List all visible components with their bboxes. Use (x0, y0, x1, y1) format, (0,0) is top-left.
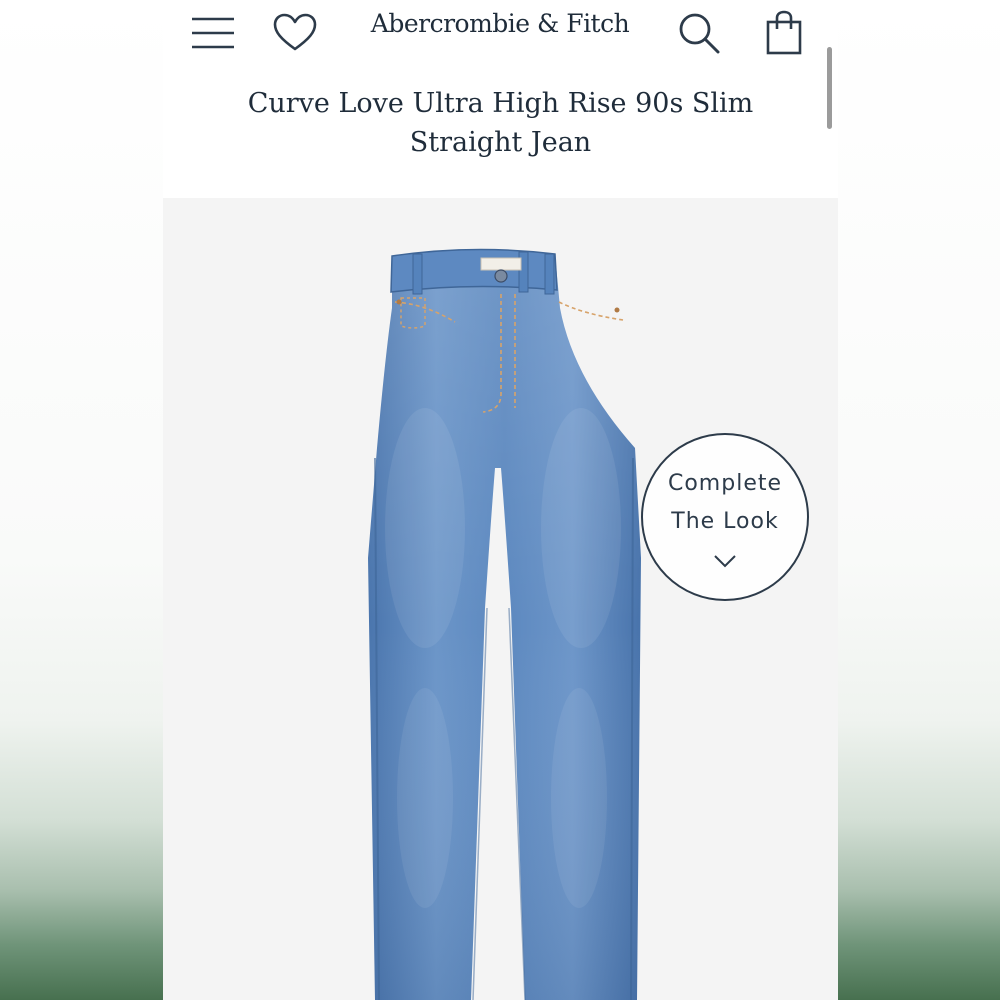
product-image[interactable]: Complete The Look (163, 198, 838, 1000)
phone-screen: Abercrombie & Fitch Curve Love Ultra Hig… (163, 0, 838, 1000)
menu-icon[interactable] (191, 15, 235, 51)
bag-icon[interactable] (764, 10, 804, 56)
complete-the-look-button[interactable]: Complete The Look (641, 433, 809, 601)
brand-logo[interactable]: Abercrombie & Fitch (362, 9, 638, 38)
product-title: Curve Love Ultra High Rise 90s Slim Stra… (247, 88, 754, 158)
chevron-down-icon (714, 555, 736, 568)
page-header: Abercrombie & Fitch Curve Love Ultra Hig… (163, 0, 838, 198)
heart-icon[interactable] (273, 13, 317, 53)
complete-the-look-label: Complete The Look (667, 471, 783, 534)
top-nav-bar: Abercrombie & Fitch (163, 0, 838, 72)
scrollbar[interactable] (827, 47, 832, 129)
search-icon[interactable] (678, 12, 720, 54)
